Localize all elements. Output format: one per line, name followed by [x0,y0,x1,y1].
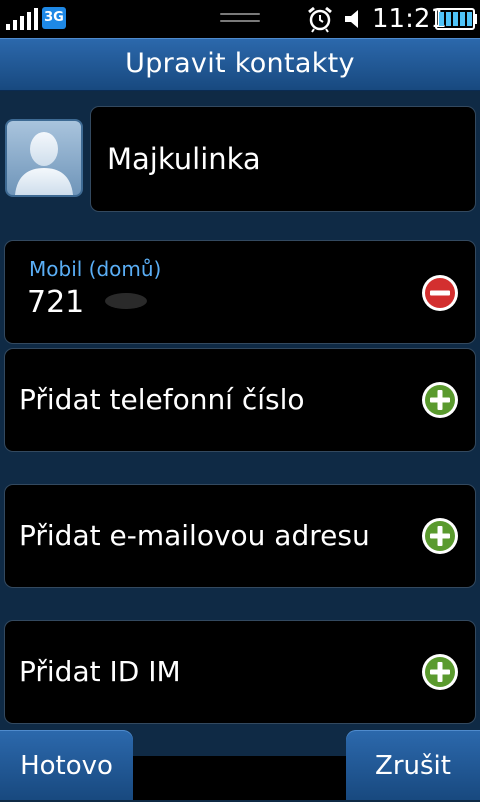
network-type-badge: 3G [42,7,66,29]
cancel-button[interactable]: Zrušit [346,730,480,800]
add-email-button[interactable] [421,517,459,555]
done-button[interactable]: Hotovo [0,730,133,800]
add-im-label: Přidat ID IM [19,655,181,688]
page-title: Upravit kontakty [125,48,355,79]
speaker-icon [345,10,358,28]
add-email-label: Přidat e-mailovou adresu [19,519,370,552]
alarm-clock-icon [308,6,332,33]
phone-number-row[interactable]: Mobil (domů) 721 [4,240,476,344]
notification-drag-handle[interactable] [220,13,260,25]
add-im-button[interactable] [421,653,459,691]
person-silhouette-icon [15,132,73,195]
remove-phone-button[interactable] [421,274,459,312]
phone-type-label[interactable]: Mobil (domů) [29,257,161,281]
battery-icon [435,8,477,30]
status-bar: 3G 11:21 [0,0,480,38]
add-phone-row[interactable]: Přidat telefonní číslo [4,348,476,452]
title-bar: Upravit kontakty [0,38,480,91]
contact-name-field[interactable]: Majkulinka [90,106,476,212]
add-phone-label: Přidat telefonní číslo [19,383,305,416]
contact-photo[interactable] [5,119,83,197]
add-phone-button[interactable] [421,381,459,419]
contact-name: Majkulinka [107,142,261,176]
signal-strength-icon [6,8,38,30]
phone-number-value[interactable]: 721 [27,285,84,320]
redacted-number-smudge [105,293,147,309]
add-email-row[interactable]: Přidat e-mailovou adresu [4,484,476,588]
add-im-row[interactable]: Přidat ID IM [4,620,476,724]
